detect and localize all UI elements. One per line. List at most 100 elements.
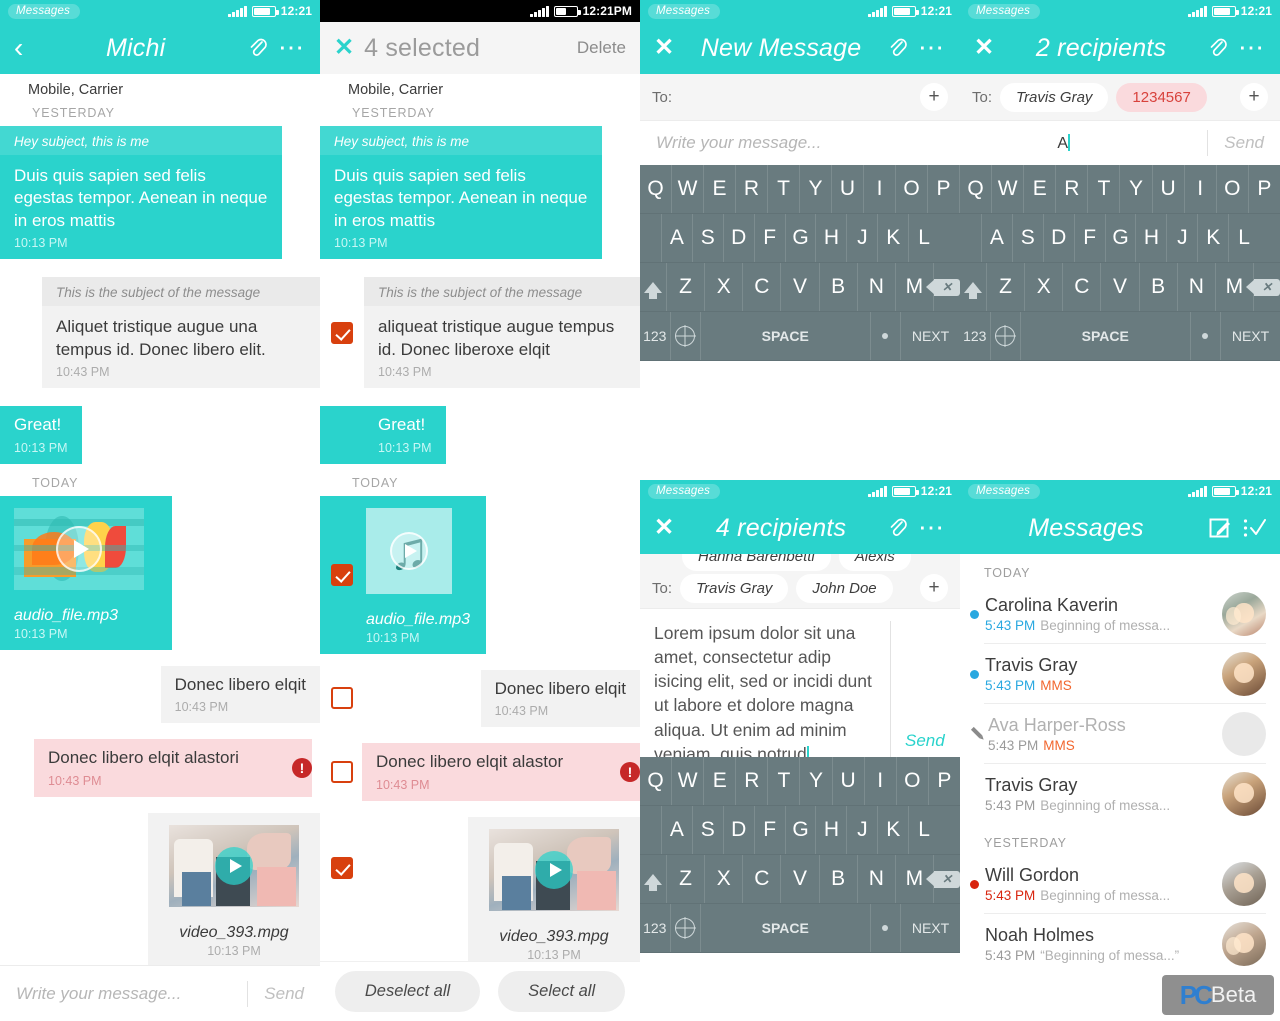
play-icon[interactable] (535, 850, 573, 889)
play-icon[interactable] (56, 525, 102, 572)
select-checkbox[interactable] (331, 563, 353, 586)
avatar[interactable] (1222, 772, 1266, 816)
media-thumbnail[interactable]: ♫ (352, 496, 486, 603)
avatar[interactable] (1222, 712, 1266, 756)
key-R[interactable]: R (736, 165, 768, 213)
overflow-dots-icon[interactable]: ⋯ (918, 515, 946, 540)
shift-arrow-icon[interactable] (640, 263, 667, 311)
key-O[interactable]: O (896, 165, 928, 213)
select-checkbox[interactable] (331, 321, 353, 344)
key-O[interactable]: O (1217, 165, 1249, 213)
key-B[interactable]: B (820, 855, 858, 903)
avatar[interactable] (1222, 652, 1266, 696)
deselect-all-button[interactable]: Deselect all (334, 971, 481, 1012)
key-A[interactable]: A (662, 214, 693, 262)
period-key-icon[interactable] (871, 904, 902, 952)
send-button[interactable]: Send (1224, 133, 1264, 153)
paperclip-icon[interactable] (888, 37, 908, 59)
key-J[interactable]: J (1167, 214, 1199, 262)
key-I[interactable]: I (864, 165, 896, 213)
key-T[interactable]: T (1088, 165, 1121, 213)
message-bubble[interactable]: This is the subject of the message aliqu… (364, 277, 640, 389)
key-U[interactable]: U (833, 757, 865, 805)
media-thumbnail[interactable] (0, 496, 172, 599)
message-input[interactable]: Lorem ipsum dolor sit una amet, consecte… (654, 621, 876, 757)
select-all-button[interactable]: Select all (498, 971, 626, 1012)
numeric-key[interactable]: 123 (640, 904, 671, 952)
compose-pencil-icon[interactable] (1208, 516, 1232, 540)
recipient-chip[interactable]: John Doe (796, 573, 893, 603)
recipient-chip[interactable]: Alexis (838, 554, 911, 571)
message-bubble[interactable]: Hey subject, this is me Duis quis sapien… (0, 126, 282, 260)
key-Y[interactable]: Y (1120, 165, 1153, 213)
key-J[interactable]: J (847, 214, 879, 262)
media-thumbnail[interactable] (148, 813, 320, 916)
error-exclamation-icon[interactable]: ! (292, 757, 312, 778)
media-thumbnail[interactable] (468, 817, 640, 920)
key-Z[interactable]: Z (987, 263, 1026, 311)
recipient-chip[interactable]: Travis Gray (1000, 82, 1109, 112)
key-A[interactable]: A (662, 806, 693, 854)
avatar[interactable] (1222, 592, 1266, 636)
key-V[interactable]: V (781, 855, 820, 903)
key-F[interactable]: F (755, 214, 786, 262)
key-X[interactable]: X (705, 855, 744, 903)
key-N[interactable]: N (1178, 263, 1216, 311)
list-item[interactable]: Will Gordon 5:43 PM Beginning of messa... (960, 854, 1280, 914)
recipients-bar[interactable]: To: + (640, 74, 960, 120)
plus-icon[interactable]: + (1240, 83, 1268, 111)
message-bubble[interactable]: Donec libero elqit alastori 10:43 PM ! (34, 739, 312, 797)
message-input[interactable]: A (976, 133, 1191, 153)
key-C[interactable]: C (743, 263, 782, 311)
key-H[interactable]: H (816, 806, 848, 854)
list-item[interactable]: Carolina Kaverin 5:43 PM Beginning of mes… (960, 584, 1280, 644)
key-C[interactable]: C (1063, 263, 1102, 311)
list-item[interactable]: Travis Gray 5:43 PM MMS (960, 644, 1280, 704)
list-item[interactable]: Noah Holmes 5:43 PM “Beginning of messa..… (960, 914, 1280, 974)
play-icon[interactable] (390, 531, 428, 570)
space-key[interactable]: SPACE (701, 312, 871, 360)
key-P[interactable]: P (929, 757, 960, 805)
key-E[interactable]: E (1024, 165, 1057, 213)
key-D[interactable]: D (1044, 214, 1075, 262)
next-key[interactable]: NEXT (1221, 312, 1280, 360)
error-exclamation-icon[interactable]: ! (620, 761, 640, 782)
message-bubble[interactable]: Donec libero elqit alastor 10:43 PM ! (362, 743, 640, 801)
key-K[interactable]: K (878, 214, 910, 262)
key-Y[interactable]: Y (800, 757, 833, 805)
key-G[interactable]: G (1106, 214, 1137, 262)
list-item[interactable]: Ava Harper-Ross 5:43 PM MMS (960, 704, 1280, 764)
numeric-key[interactable]: 123 (960, 312, 991, 360)
key-Q[interactable]: Q (960, 165, 993, 213)
chevron-left-icon[interactable]: ‹ (14, 34, 23, 62)
key-B[interactable]: B (1140, 263, 1178, 311)
key-I[interactable]: I (865, 757, 897, 805)
key-N[interactable]: N (858, 855, 896, 903)
globe-language-icon[interactable] (671, 312, 701, 360)
space-key[interactable]: SPACE (701, 904, 871, 952)
message-bubble[interactable]: Donec libero elqit 10:43 PM (480, 669, 640, 728)
message-bubble[interactable]: This is the subject of the message Aliqu… (42, 277, 320, 389)
checkbox-cell[interactable] (320, 856, 364, 879)
key-V[interactable]: V (1101, 263, 1140, 311)
key-R[interactable]: R (1056, 165, 1089, 213)
plus-icon[interactable]: + (920, 83, 948, 111)
key-N[interactable]: N (858, 263, 896, 311)
message-bubble[interactable]: Donec libero elqit 10:43 PM (160, 665, 320, 724)
select-checkbox[interactable] (331, 760, 353, 783)
close-x-icon[interactable]: ✕ (654, 516, 674, 540)
recipients-bar[interactable]: To: Travis Gray 1234567 + (960, 74, 1280, 120)
checkbox-cell[interactable] (320, 760, 364, 783)
message-bubble[interactable]: Hey subject, this is me Duis quis sapien… (320, 126, 602, 260)
key-L[interactable]: L (1229, 214, 1259, 262)
key-Q[interactable]: Q (640, 165, 672, 213)
key-S[interactable]: S (693, 806, 724, 854)
overflow-dots-icon[interactable]: ⋯ (1238, 35, 1266, 60)
avatar[interactable] (1222, 862, 1266, 906)
key-E[interactable]: E (704, 757, 737, 805)
play-icon[interactable] (215, 846, 253, 885)
key-Q[interactable]: Q (640, 757, 673, 805)
key-Y[interactable]: Y (800, 165, 832, 213)
recipient-chip-invalid[interactable]: 1234567 (1116, 82, 1207, 112)
checkbox-cell[interactable] (320, 563, 364, 586)
